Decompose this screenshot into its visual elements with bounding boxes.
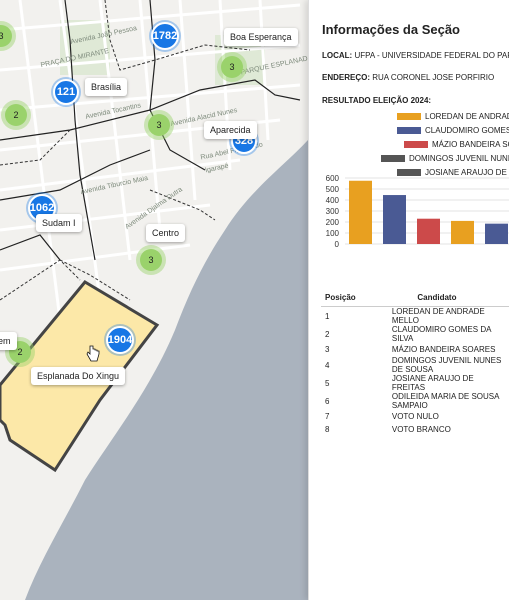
section-tooltip: Centro bbox=[146, 224, 186, 242]
endereco-row: ENDEREÇO: RUA CORONEL JOSE PORFIRIO bbox=[322, 73, 494, 82]
table-row: 7 VOTO NULO bbox=[321, 410, 509, 423]
position-cell: 2 bbox=[325, 329, 330, 339]
panel-title: Informações da Seção bbox=[322, 22, 460, 37]
resultado-label: RESULTADO ELEIÇÃO 2024: bbox=[322, 96, 432, 105]
cluster-marker-1904[interactable]: 1904 bbox=[106, 326, 134, 354]
position-cell: 4 bbox=[325, 360, 330, 370]
col-header: Candidato bbox=[363, 289, 509, 307]
section-tooltip: Esplanada Do Xingu bbox=[31, 367, 126, 385]
endereco-value: RUA CORONEL JOSE PORFIRIO bbox=[372, 73, 495, 82]
section-info-panel: Informações da Seção LOCAL: UFPA - UNIVE… bbox=[308, 0, 509, 600]
legend-label: LOREDAN DE ANDRADE MELLO bbox=[425, 112, 509, 121]
legend-swatch bbox=[397, 127, 421, 134]
table-row: 8 VOTO BRANCO bbox=[321, 423, 509, 436]
cluster-marker-small[interactable]: 3 bbox=[140, 249, 162, 271]
legend-swatch bbox=[381, 155, 405, 162]
section-tooltip: Sudam I bbox=[36, 214, 82, 232]
bar-1[interactable] bbox=[349, 180, 372, 244]
table-row: 4 DOMINGOS JUVENIL NUNES DE SOUSA bbox=[321, 356, 509, 374]
y-tick-label: 600 bbox=[326, 174, 340, 183]
legend-label: MÁZIO BANDEIRA SOARES bbox=[432, 140, 509, 149]
local-label: LOCAL: bbox=[322, 51, 353, 60]
candidate-cell: LOREDAN DE ANDRADE MELLO bbox=[391, 307, 485, 325]
section-tooltip: Aparecida bbox=[204, 121, 257, 139]
local-value: UFPA - UNIVERSIDADE FEDERAL DO PARÁ bbox=[354, 51, 509, 60]
results-table: Posição Candidato 1 LOREDAN DE ANDRADE ME… bbox=[321, 289, 509, 436]
position-cell: 8 bbox=[325, 425, 330, 434]
cluster-marker-121[interactable]: 121 bbox=[53, 79, 79, 105]
position-cell: 3 bbox=[325, 345, 330, 354]
section-tooltip: em bbox=[0, 332, 17, 350]
cluster-marker-small[interactable]: 2 bbox=[5, 104, 27, 126]
candidate-cell: CLAUDOMIRO GOMES DA SILVA bbox=[391, 325, 491, 343]
table-row: 1 LOREDAN DE ANDRADE MELLO bbox=[321, 307, 509, 325]
legend-label: CLAUDOMIRO GOMES DA SILVA bbox=[425, 126, 509, 135]
candidate-cell: MÁZIO BANDEIRA SOARES bbox=[391, 345, 496, 354]
results-chart: 0 100 200 300 400 500 600 bbox=[326, 174, 509, 249]
table-header-row: Posição Candidato bbox=[321, 289, 509, 307]
endereco-label: ENDEREÇO: bbox=[322, 73, 371, 82]
candidate-cell: ODILEIDA MARIA DE SOUSA SAMPAIO bbox=[391, 392, 500, 410]
y-tick-label: 300 bbox=[326, 207, 340, 216]
table-row: 5 JOSIANE ARAUJO DE FREITAS bbox=[321, 374, 509, 392]
candidate-cell: DOMINGOS JUVENIL NUNES DE SOUSA bbox=[391, 356, 502, 374]
cluster-marker-small[interactable]: 3 bbox=[148, 114, 170, 136]
position-cell: 1 bbox=[325, 311, 330, 321]
map-view[interactable]: PRAÇA DO MIRANTE PARQUE ESPLANADA Avenid… bbox=[0, 0, 308, 600]
local-row: LOCAL: UFPA - UNIVERSIDADE FEDERAL DO PA… bbox=[322, 51, 509, 60]
y-tick-label: 200 bbox=[326, 218, 340, 227]
bar-3[interactable] bbox=[417, 218, 440, 244]
candidate-cell: VOTO BRANCO bbox=[391, 425, 451, 434]
legend-swatch bbox=[397, 113, 421, 120]
cluster-marker-small[interactable]: 3 bbox=[221, 56, 243, 78]
candidate-cell: VOTO NULO bbox=[391, 412, 439, 421]
cluster-marker-1782[interactable]: 1782 bbox=[151, 22, 179, 50]
position-cell: 5 bbox=[325, 378, 330, 388]
y-tick-label: 0 bbox=[335, 240, 340, 249]
col-header: Posição bbox=[321, 289, 364, 307]
table-row: 3 MÁZIO BANDEIRA SOARES bbox=[321, 343, 509, 356]
map-canvas[interactable] bbox=[0, 0, 308, 600]
bar-5[interactable] bbox=[485, 223, 508, 244]
table-row: 2 CLAUDOMIRO GOMES DA SILVA bbox=[321, 325, 509, 343]
y-tick-label: 500 bbox=[326, 185, 340, 194]
bar-2[interactable] bbox=[383, 195, 406, 244]
section-tooltip: Brasília bbox=[85, 78, 128, 96]
position-cell: 6 bbox=[325, 396, 330, 406]
bar-4[interactable] bbox=[451, 220, 474, 244]
y-tick-label: 400 bbox=[326, 196, 340, 205]
legend-swatch bbox=[404, 141, 428, 148]
y-tick-label: 100 bbox=[326, 229, 340, 238]
table-row: 6 ODILEIDA MARIA DE SOUSA SAMPAIO bbox=[321, 392, 509, 410]
section-tooltip: Boa Esperança bbox=[224, 28, 298, 46]
hand-cursor-icon bbox=[86, 345, 100, 362]
candidate-cell: JOSIANE ARAUJO DE FREITAS bbox=[391, 374, 474, 392]
legend-label: DOMINGOS JUVENIL NUNES DE SOUSA bbox=[409, 154, 509, 163]
position-cell: 7 bbox=[325, 412, 330, 421]
